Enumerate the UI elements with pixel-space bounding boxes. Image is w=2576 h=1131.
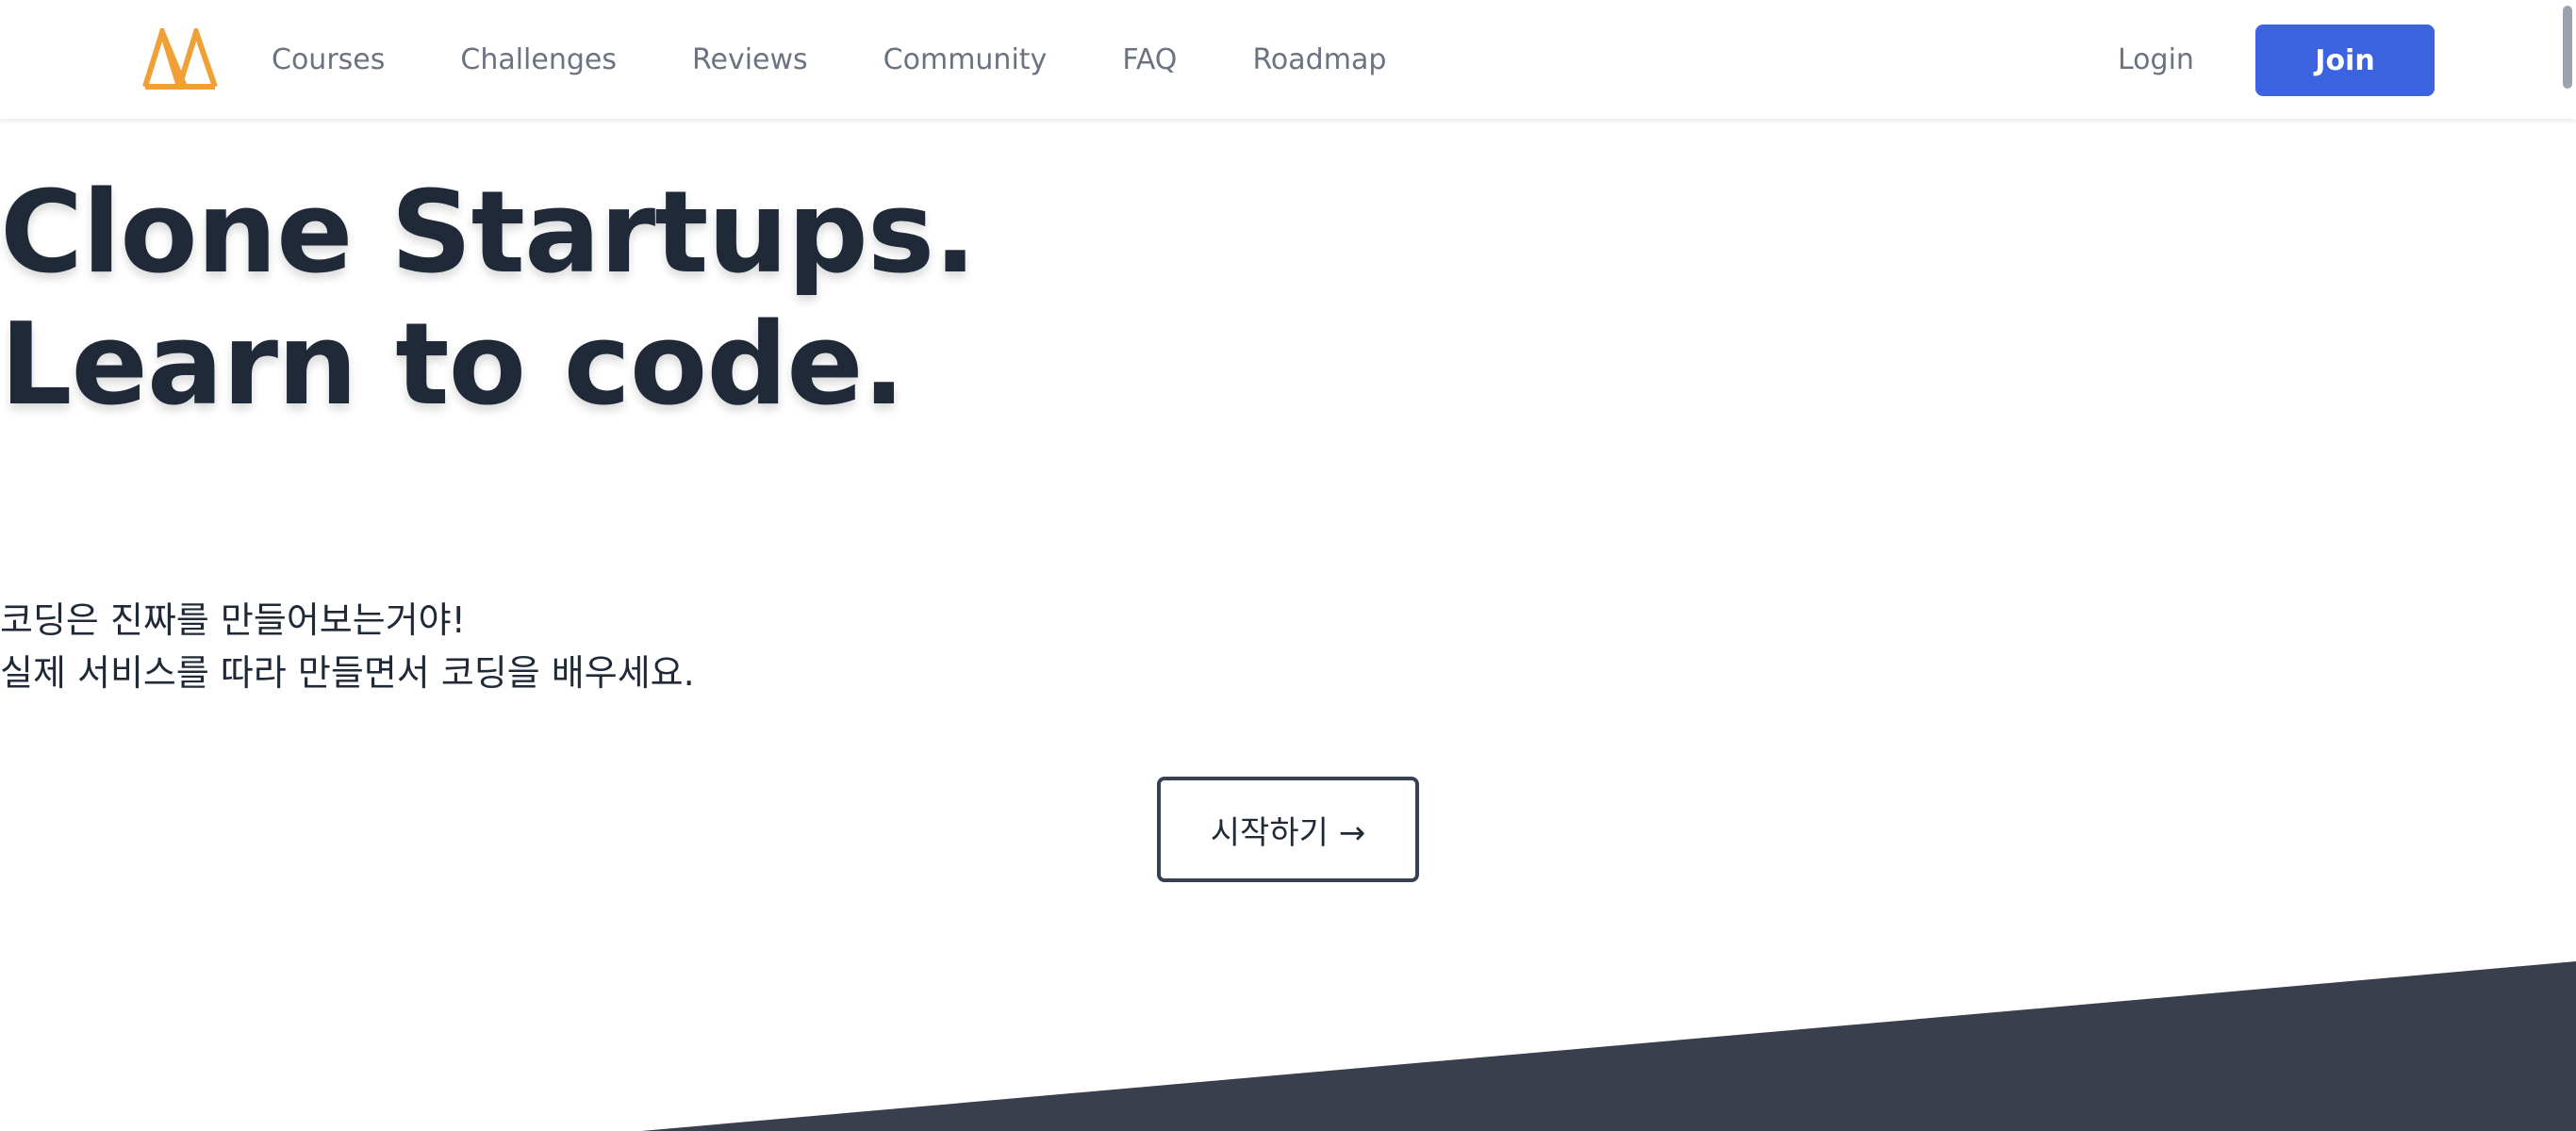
page-scrollbar[interactable] bbox=[2555, 0, 2576, 119]
nav-link-community[interactable]: Community bbox=[883, 43, 1048, 76]
main-nav: Courses Challenges Reviews Community FAQ… bbox=[272, 0, 1386, 119]
start-button[interactable]: 시작하기 → bbox=[1157, 777, 1419, 882]
login-link[interactable]: Login bbox=[2118, 0, 2194, 119]
nav-link-reviews[interactable]: Reviews bbox=[692, 43, 808, 76]
mountain-logo-icon[interactable] bbox=[141, 22, 219, 90]
hero-subtitle-line2: 실제 서비스를 따라 만들면서 코딩을 배우세요. bbox=[0, 652, 695, 694]
hero-headline: Clone Startups. Learn to code. bbox=[0, 168, 2576, 432]
landing-page: Courses Challenges Reviews Community FAQ… bbox=[0, 0, 2576, 1131]
hero-subtitle: 코딩은 진짜를 만들어보는거야! 실제 서비스를 따라 만들면서 코딩을 배우세… bbox=[0, 594, 2576, 699]
join-button[interactable]: Join bbox=[2255, 25, 2435, 96]
nav-link-roadmap[interactable]: Roadmap bbox=[1252, 43, 1386, 76]
top-navbar: Courses Challenges Reviews Community FAQ… bbox=[0, 0, 2576, 119]
nav-link-challenges[interactable]: Challenges bbox=[460, 43, 617, 76]
scrollbar-thumb[interactable] bbox=[2563, 6, 2572, 89]
hero-headline-line1: Clone Startups. bbox=[0, 168, 977, 299]
nav-link-courses[interactable]: Courses bbox=[272, 43, 385, 76]
nav-link-faq[interactable]: FAQ bbox=[1122, 43, 1177, 76]
hero-subtitle-line1: 코딩은 진짜를 만들어보는거야! bbox=[0, 599, 466, 641]
hero-headline-line2: Learn to code. bbox=[0, 300, 905, 431]
